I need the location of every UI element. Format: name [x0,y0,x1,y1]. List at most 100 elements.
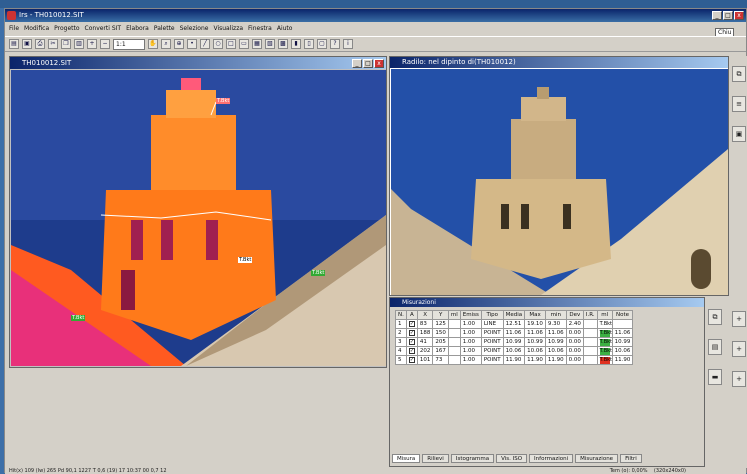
table-row[interactable]: 5 ✓ 101 73 1.00 POINT 11.90 11.90 11.90 0.00 T.Bkt… [395,355,634,365]
info-icon[interactable]: i [343,39,353,49]
row-checkbox[interactable]: ✓ [405,328,418,338]
color-swatch[interactable]: T.Bkt [599,329,612,337]
window-icon[interactable]: ▢ [317,39,327,49]
table-row[interactable]: 1 ✓ 83 125 1.00 LINE 12.51 19.10 9.30 2.40 T.Bkt [395,319,634,329]
col-header[interactable]: N. [395,310,407,320]
menu-selezione[interactable]: Selezione [180,23,209,35]
col-header[interactable]: Media [502,310,526,320]
color-swatch[interactable]: T.Bkt [599,320,612,328]
thermal-label-1[interactable]: T.Bkt [216,98,231,104]
menu-file[interactable]: File [9,23,19,35]
export-measure-icon[interactable]: ▤ [708,339,722,355]
col-header[interactable]: A [405,310,418,320]
col-header[interactable]: ml [596,310,613,320]
check-icon[interactable]: ✓ [408,339,415,345]
thermal-close-button[interactable]: x [374,59,384,68]
image-icon[interactable]: ▧ [265,39,275,49]
maximize-button[interactable]: □ [723,11,733,20]
panel-add-red-icon[interactable]: + [732,341,746,357]
row-checkbox[interactable]: ✓ [405,346,418,356]
cut-icon[interactable]: ✂ [48,39,58,49]
table-row[interactable]: 3 ✓ 41 205 1.00 POINT 10.99 10.99 10.99 0.00 T.Bkt… [395,337,634,347]
thermal-image[interactable]: T.Bkt T.Bkt T.Bkt T.Bkt [11,70,386,366]
col-header[interactable]: Dev [565,310,584,320]
col-header[interactable]: Note [611,310,634,320]
col-header[interactable]: Max [524,310,546,320]
cell-media: 10.06 [502,346,526,356]
panel-image-icon[interactable]: ▣ [732,126,746,142]
open-icon[interactable]: ▤ [9,39,19,49]
copy-measure-icon[interactable]: ⧉ [708,309,722,325]
zoom-out-icon[interactable]: − [100,39,110,49]
menu-finestra[interactable]: Finestra [248,23,272,35]
tab-vis--iso[interactable]: Vis. ISO [496,454,528,463]
thermal-maximize-button[interactable]: □ [363,59,373,68]
delete-measure-icon[interactable]: ▬ [708,369,722,385]
row-checkbox[interactable]: ✓ [405,319,418,329]
panel-add-small-icon[interactable]: + [732,371,746,387]
chart-icon[interactable]: ▮ [291,39,301,49]
menu-converti-sit[interactable]: Converti SIT [85,23,122,35]
menu-modifica[interactable]: Modifica [24,23,49,35]
thermal-label-3[interactable]: T.Bkt [311,270,326,276]
check-icon[interactable]: ✓ [408,357,415,363]
zoom-select[interactable]: 1:1 [113,38,145,50]
paste-icon[interactable]: ▥ [74,39,84,49]
panel-add-icon[interactable]: + [732,311,746,327]
col-header[interactable]: Emiss [459,310,482,320]
histogram-icon[interactable]: ▯ [304,39,314,49]
palette-icon[interactable]: ▦ [252,39,262,49]
rect-tool-icon[interactable]: □ [226,39,236,49]
col-header[interactable]: Y [432,310,449,320]
panel-copy-icon[interactable]: ⧉ [732,66,746,82]
grid-icon[interactable]: ▩ [278,39,288,49]
col-header[interactable]: X [416,310,434,320]
minimize-button[interactable]: _ [712,11,722,20]
copy-icon[interactable]: ❐ [61,39,71,49]
thermal-minimize-button[interactable]: _ [352,59,362,68]
tab-misurazione[interactable]: Misurazione [575,454,619,463]
line-tool-icon[interactable]: ╱ [200,39,210,49]
close-button[interactable]: x [734,11,744,20]
color-swatch[interactable]: T.Bkt [599,356,612,364]
area-tool-icon[interactable]: ▭ [239,39,249,49]
row-checkbox[interactable]: ✓ [405,355,418,365]
crosshair-icon[interactable]: ⊕ [174,39,184,49]
col-header[interactable]: min [544,310,567,320]
point-tool-icon[interactable]: • [187,39,197,49]
menu-aiuto[interactable]: Aiuto [277,23,293,35]
thermal-label-4[interactable]: T.Bkt [71,315,86,321]
menu-visualizza[interactable]: Visualizza [213,23,243,35]
toolbar: ▤ ▣ ⎙ ✂ ❐ ▥ + − 1:1 ✋ ⌕ ⊕ • ╱ ○ □ ▭ ▦ ▧ … [5,36,746,52]
hand-icon[interactable]: ✋ [148,39,158,49]
help-icon[interactable]: ? [330,39,340,49]
print-icon[interactable]: ⎙ [35,39,45,49]
visible-image[interactable] [391,69,728,295]
menu-elabora[interactable]: Elabora [126,23,149,35]
check-icon[interactable]: ✓ [408,321,415,327]
tab-informazioni[interactable]: Informazioni [529,454,574,463]
tab-rilievi[interactable]: Rilievi [422,454,449,463]
color-swatch[interactable]: T.Bkt [599,347,612,355]
tab-misura[interactable]: Misura [392,454,421,463]
circle-tool-icon[interactable]: ○ [213,39,223,49]
check-icon[interactable]: ✓ [408,330,415,336]
check-icon[interactable]: ✓ [408,348,415,354]
tab-filtri[interactable]: Filtri [620,454,642,463]
menu-palette[interactable]: Palette [154,23,175,35]
menu-progetto[interactable]: Progetto [54,23,79,35]
app-icon [7,11,16,20]
table-row[interactable]: 2 ✓ 188 150 1.00 POINT 11.06 11.06 11.06 0.00 T.Bk… [395,328,634,338]
thermal-label-2[interactable]: T.Bkt [238,257,253,263]
save-icon[interactable]: ▣ [22,39,32,49]
panel-layers-icon[interactable]: ≡ [732,96,746,112]
col-header[interactable]: I.R. [582,310,598,320]
tab-istogramma[interactable]: Istogramma [450,454,495,463]
row-checkbox[interactable]: ✓ [405,337,418,347]
col-header[interactable]: ml [447,310,461,320]
col-header[interactable]: Tipo [480,310,504,320]
color-swatch[interactable]: T.Bkt [599,338,612,346]
zoom-in-icon[interactable]: + [87,39,97,49]
magnifier-icon[interactable]: ⌕ [161,39,171,49]
table-row[interactable]: 4 ✓ 202 167 1.00 POINT 10.06 10.06 10.06 0.00 T.Bk… [395,346,634,356]
